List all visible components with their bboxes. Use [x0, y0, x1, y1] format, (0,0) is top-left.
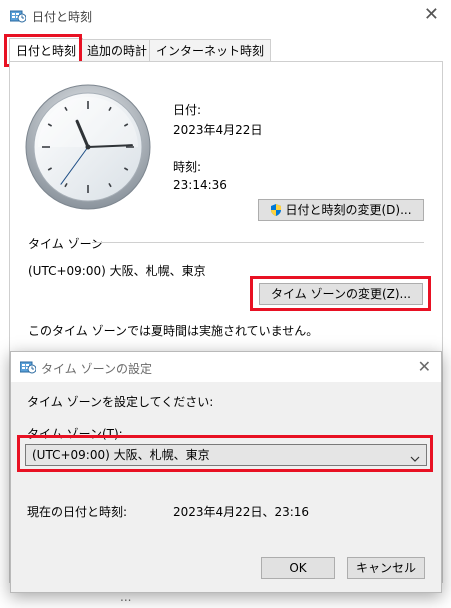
close-icon[interactable]: ✕ — [418, 357, 431, 376]
dialog-prompt: タイム ゾーンを設定してください: — [27, 395, 214, 409]
timezone-select-highlight — [17, 435, 433, 472]
group-separator — [92, 242, 424, 243]
tab-label: インターネット時刻 — [156, 44, 265, 58]
timezone-settings-dialog: タイム ゾーンの設定 ✕ タイム ゾーンを設定してください: タイム ゾーン(T… — [10, 351, 442, 593]
ok-label: OK — [289, 561, 307, 575]
tab-internet-time[interactable]: インターネット時刻 — [149, 39, 272, 62]
dialog-title-bar: タイム ゾーンの設定 ✕ — [11, 352, 441, 382]
date-value: 2023年4月22日 — [173, 123, 263, 137]
window-title: 日付と時刻 — [32, 10, 93, 24]
cancel-button[interactable]: キャンセル — [347, 557, 425, 579]
time-label: 時刻: — [173, 160, 202, 174]
timezone-group-label: タイム ゾーン — [28, 237, 103, 251]
current-datetime-label: 現在の日付と時刻: — [27, 505, 128, 519]
change-datetime-button[interactable]: 日付と時刻の変更(D)... — [258, 199, 424, 221]
ok-button[interactable]: OK — [261, 557, 335, 579]
change-datetime-label: 日付と時刻の変更(D)... — [285, 203, 412, 217]
date-label: 日付: — [173, 103, 202, 117]
timezone-button-highlight — [250, 276, 431, 311]
datetime-app-icon — [19, 360, 37, 374]
tab-additional-clocks[interactable]: 追加の時計 — [80, 39, 155, 62]
title-bar: 日付と時刻 ✕ — [0, 0, 451, 33]
dst-note: このタイム ゾーンでは夏時間は実施されていません。 — [28, 324, 319, 338]
clock-face — [25, 84, 151, 210]
close-icon[interactable]: ✕ — [424, 4, 439, 25]
cancel-label: キャンセル — [355, 561, 416, 575]
time-value: 23:14:36 — [173, 178, 227, 192]
uac-shield-icon — [270, 202, 282, 216]
dialog-title: タイム ゾーンの設定 — [41, 362, 152, 376]
datetime-app-icon — [9, 9, 27, 23]
timezone-value: (UTC+09:00) 大阪、札幌、東京 — [28, 264, 206, 278]
analog-clock — [24, 83, 152, 211]
tab-label: 追加の時計 — [87, 44, 148, 58]
current-datetime-value: 2023年4月22日、23:16 — [173, 505, 310, 519]
